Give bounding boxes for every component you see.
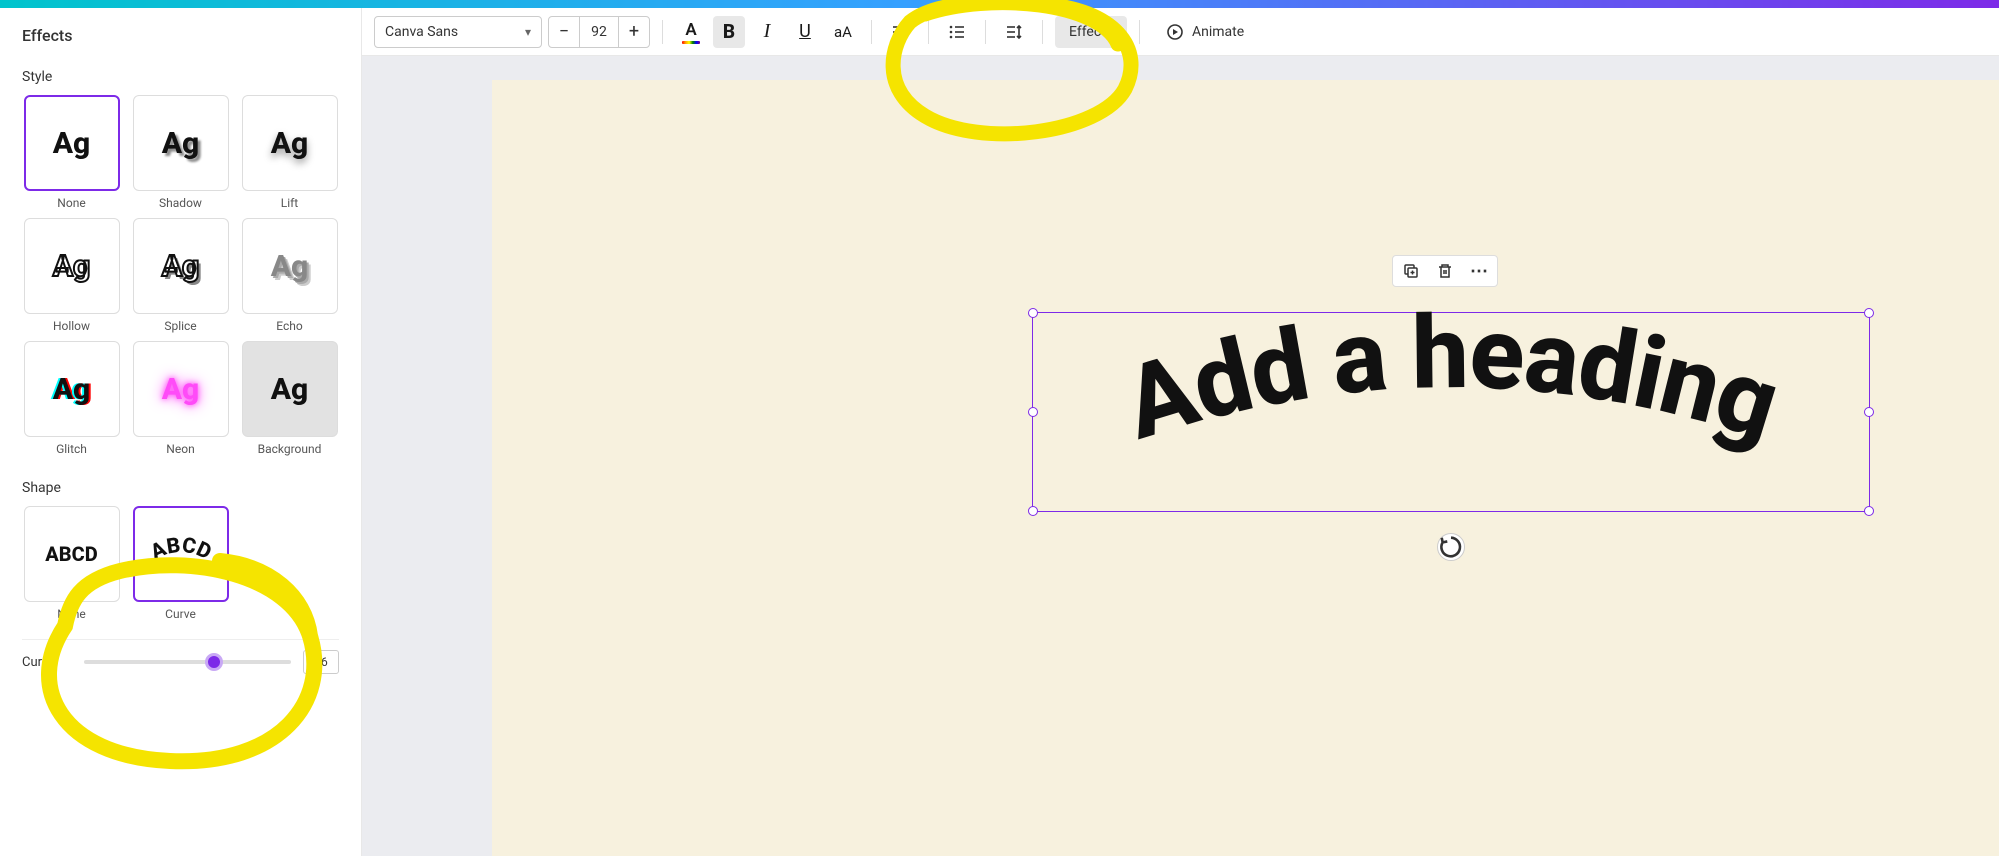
shape-preview: ABCD [24, 506, 120, 602]
effects-sidebar: Effects Style Ag None Ag Shadow Ag Lift … [0, 8, 362, 856]
curve-slider[interactable] [84, 660, 291, 664]
toolbar-divider [928, 20, 929, 44]
curve-slider-label: Curve [22, 655, 72, 670]
increase-size-button[interactable]: + [619, 17, 649, 47]
effect-caption: Shadow [159, 196, 202, 210]
shape-preview: ABCD [133, 506, 229, 602]
resize-handle-bl[interactable] [1028, 506, 1038, 516]
rotate-handle[interactable] [1437, 533, 1465, 561]
shape-caption: None [57, 607, 85, 621]
delete-button[interactable] [1435, 261, 1455, 281]
list-button[interactable] [941, 16, 973, 48]
font-selector[interactable]: Canva Sans ▾ [374, 16, 542, 48]
toolbar-divider [1042, 20, 1043, 44]
rotate-icon [1438, 534, 1464, 560]
effect-caption: Background [258, 442, 322, 456]
text-toolbar: Canva Sans ▾ − 92 + A B I U aA [362, 8, 1999, 56]
effect-caption: Splice [164, 319, 196, 333]
resize-handle-r[interactable] [1864, 407, 1874, 417]
font-size-group: − 92 + [548, 16, 650, 48]
text-element-selected[interactable]: Add a heading [1032, 312, 1870, 512]
color-spectrum-icon [682, 41, 700, 44]
italic-button[interactable]: I [751, 16, 783, 48]
effect-preview: Ag [242, 95, 338, 191]
svg-text:ABCD: ABCD [146, 533, 214, 565]
svg-text:Add a heading: Add a heading [1111, 293, 1792, 464]
toolbar-divider [662, 20, 663, 44]
canvas-area[interactable]: ⋯ Add a heading [362, 56, 1999, 856]
resize-handle-l[interactable] [1028, 407, 1038, 417]
brand-gradient-bar [0, 0, 1999, 8]
effect-tile-neon[interactable]: Ag Neon [131, 341, 230, 456]
animate-icon [1166, 23, 1184, 41]
toolbar-divider [1139, 20, 1140, 44]
decrease-size-button[interactable]: − [549, 17, 579, 47]
shape-grid: ABCD None ABCD Curve [22, 506, 339, 621]
chevron-down-icon: ▾ [525, 25, 531, 39]
effect-preview: Ag [24, 341, 120, 437]
resize-handle-br[interactable] [1864, 506, 1874, 516]
resize-handle-tr[interactable] [1864, 308, 1874, 318]
main-area: Canva Sans ▾ − 92 + A B I U aA [362, 8, 1999, 856]
effect-preview: Ag [24, 95, 120, 191]
effect-preview: Ag [133, 341, 229, 437]
effect-preview: Ag [133, 218, 229, 314]
effect-caption: None [57, 196, 85, 210]
style-section-label: Style [22, 69, 339, 85]
font-name: Canva Sans [385, 24, 458, 40]
resize-handle-tl[interactable] [1028, 308, 1038, 318]
spacing-icon [1005, 23, 1023, 41]
effects-button[interactable]: Effects [1055, 16, 1127, 48]
effect-tile-shadow[interactable]: Ag Shadow [131, 95, 230, 210]
effect-caption: Echo [276, 319, 302, 333]
align-icon [891, 23, 909, 41]
effect-tile-splice[interactable]: Ag Splice [131, 218, 230, 333]
font-size-input[interactable]: 92 [579, 17, 619, 47]
toolbar-divider [985, 20, 986, 44]
effect-tile-hollow[interactable]: Ag Hollow [22, 218, 121, 333]
toolbar-divider [871, 20, 872, 44]
effect-tile-background[interactable]: Ag Background [240, 341, 339, 456]
curve-value-input[interactable]: 26 [303, 650, 339, 674]
animate-label: Animate [1192, 24, 1244, 40]
duplicate-button[interactable] [1401, 261, 1421, 281]
effect-caption: Lift [281, 196, 298, 210]
shape-tile-none[interactable]: ABCD None [22, 506, 121, 621]
duplicate-icon [1402, 262, 1420, 280]
effect-caption: Glitch [56, 442, 87, 456]
effect-caption: Neon [166, 442, 194, 456]
text-color-button[interactable]: A [675, 16, 707, 48]
list-icon [948, 23, 966, 41]
effect-preview: Ag [242, 341, 338, 437]
underline-button[interactable]: U [789, 16, 821, 48]
spacing-button[interactable] [998, 16, 1030, 48]
curve-slider-row: Curve 26 [22, 639, 339, 674]
more-options-button[interactable]: ⋯ [1469, 261, 1489, 281]
bold-button[interactable]: B [713, 16, 745, 48]
element-floating-toolbar: ⋯ [1392, 255, 1498, 287]
effect-tile-lift[interactable]: Ag Lift [240, 95, 339, 210]
effect-preview: Ag [24, 218, 120, 314]
shape-caption: Curve [165, 607, 196, 621]
effect-tile-glitch[interactable]: Ag Glitch [22, 341, 121, 456]
trash-icon [1436, 262, 1454, 280]
color-letter: A [685, 20, 696, 40]
animate-button[interactable]: Animate [1152, 16, 1258, 48]
effect-grid: Ag None Ag Shadow Ag Lift Ag Hollow Ag S… [22, 95, 339, 456]
sidebar-title: Effects [22, 26, 339, 45]
effect-preview: Ag [133, 95, 229, 191]
curve-slider-thumb[interactable] [205, 653, 223, 671]
canvas-page[interactable]: ⋯ Add a heading [492, 80, 1999, 856]
shape-section-label: Shape [22, 480, 339, 496]
alignment-button[interactable] [884, 16, 916, 48]
effect-tile-none[interactable]: Ag None [22, 95, 121, 210]
text-case-button[interactable]: aA [827, 16, 859, 48]
heading-text[interactable]: Add a heading [1111, 293, 1792, 464]
effect-caption: Hollow [53, 319, 90, 333]
effect-tile-echo[interactable]: Ag Echo [240, 218, 339, 333]
effect-preview: Ag [242, 218, 338, 314]
shape-tile-curve[interactable]: ABCD Curve [131, 506, 230, 621]
